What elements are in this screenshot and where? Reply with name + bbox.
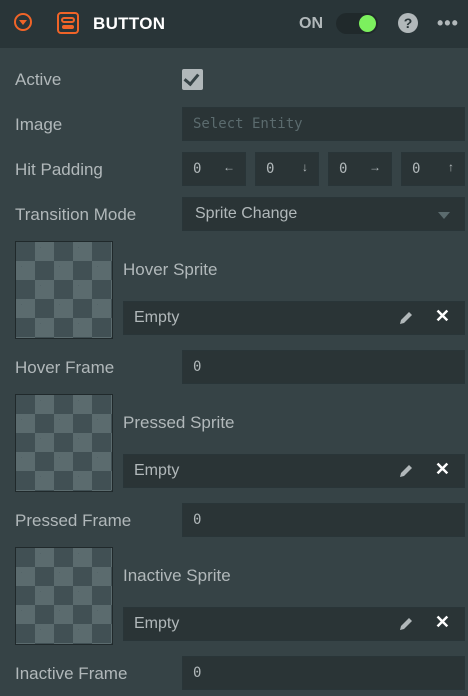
hover-frame-value: 0	[193, 359, 202, 375]
image-entity-field[interactable]: Select Entity	[182, 107, 465, 141]
hit-padding-right-field[interactable]: 0 →	[328, 152, 392, 186]
inactive-frame-value: 0	[193, 665, 202, 681]
transition-mode-select[interactable]: Sprite Change	[182, 197, 465, 231]
hit-padding-left-field[interactable]: 0 ←	[182, 152, 246, 186]
hit-padding-left-value: 0	[193, 161, 202, 177]
pressed-frame-value: 0	[193, 512, 202, 528]
hit-padding-bottom-value: 0	[266, 161, 275, 177]
arrow-up-icon: ↑	[448, 160, 454, 174]
hover-frame-label: Hover Frame	[15, 358, 115, 377]
hit-padding-top-value: 0	[412, 161, 421, 177]
pressed-sprite-asset-field[interactable]: Empty ✕	[123, 454, 465, 488]
inactive-sprite-asset-field[interactable]: Empty ✕	[123, 607, 465, 641]
close-icon[interactable]: ✕	[435, 459, 450, 480]
hover-sprite-value: Empty	[134, 309, 180, 326]
collapse-arrow-icon[interactable]	[14, 13, 32, 31]
hover-sprite-thumbnail[interactable]	[15, 241, 113, 339]
hit-padding-bottom-field[interactable]: 0 ↓	[255, 152, 319, 186]
component-title: BUTTON	[93, 14, 166, 33]
arrow-down-icon: ↓	[302, 160, 308, 174]
pressed-sprite-label: Pressed Sprite	[123, 413, 235, 432]
pressed-sprite-value: Empty	[134, 462, 180, 479]
caret-down-icon	[438, 212, 450, 219]
enabled-label: ON	[299, 15, 323, 32]
arrow-left-icon: ←	[223, 160, 235, 174]
component-header: BUTTON ON ? •••	[0, 0, 468, 48]
help-icon[interactable]: ?	[398, 13, 418, 33]
pencil-icon[interactable]	[398, 463, 414, 479]
inactive-sprite-thumbnail[interactable]	[15, 547, 113, 645]
pencil-icon[interactable]	[398, 310, 414, 326]
active-checkbox[interactable]	[182, 69, 203, 90]
inactive-sprite-value: Empty	[134, 615, 180, 632]
enabled-toggle[interactable]	[336, 13, 378, 34]
close-icon[interactable]: ✕	[435, 306, 450, 327]
close-icon[interactable]: ✕	[435, 612, 450, 633]
pencil-icon[interactable]	[398, 616, 414, 632]
transition-mode-value: Sprite Change	[195, 205, 298, 222]
checkmark-icon	[183, 69, 200, 87]
hover-frame-field[interactable]: 0	[182, 350, 465, 384]
more-options-icon[interactable]: •••	[437, 13, 459, 34]
hit-padding-right-value: 0	[339, 161, 348, 177]
inactive-frame-label: Inactive Frame	[15, 664, 128, 683]
inactive-frame-field[interactable]: 0	[182, 656, 465, 690]
hit-padding-top-field[interactable]: 0 ↑	[401, 152, 465, 186]
active-label: Active	[15, 70, 62, 89]
button-component-icon	[57, 12, 79, 34]
image-placeholder: Select Entity	[193, 116, 303, 132]
inactive-sprite-label: Inactive Sprite	[123, 566, 231, 585]
pressed-frame-field[interactable]: 0	[182, 503, 465, 537]
arrow-right-icon: →	[369, 160, 381, 174]
toggle-knob	[359, 15, 376, 32]
pressed-sprite-thumbnail[interactable]	[15, 394, 113, 492]
hover-sprite-label: Hover Sprite	[123, 260, 218, 279]
hover-sprite-asset-field[interactable]: Empty ✕	[123, 301, 465, 335]
hit-padding-label: Hit Padding	[15, 160, 103, 179]
transition-mode-label: Transition Mode	[15, 205, 137, 224]
image-label: Image	[15, 115, 63, 134]
pressed-frame-label: Pressed Frame	[15, 511, 132, 530]
